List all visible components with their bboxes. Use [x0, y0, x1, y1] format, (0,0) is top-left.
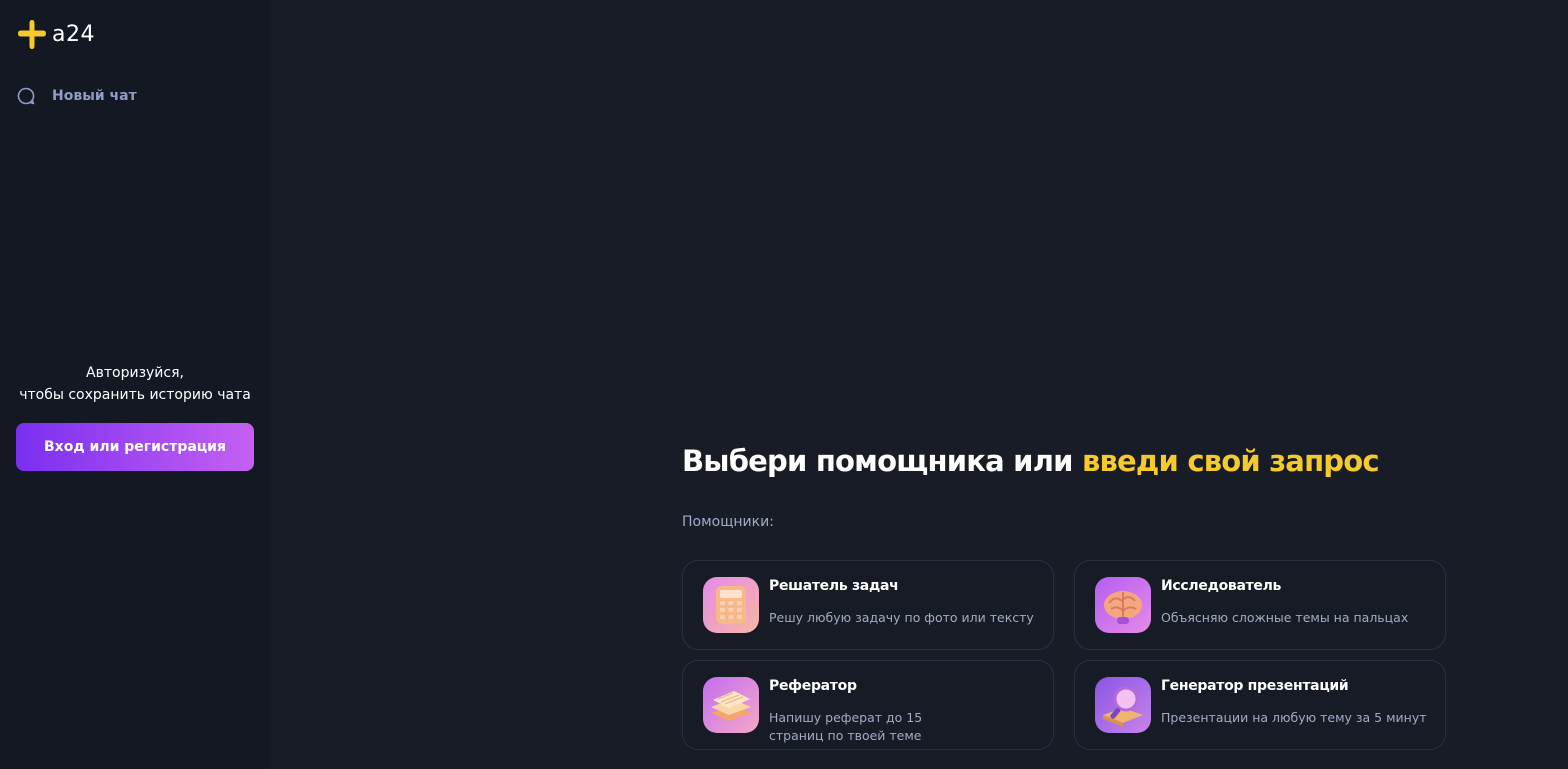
- sidebar: a24 Новый чат Авторизуйся, чтобы сохрани…: [0, 0, 270, 769]
- new-chat-button[interactable]: Новый чат: [16, 84, 137, 108]
- assistant-description: Решу любую задачу по фото или тексту: [769, 610, 1034, 625]
- assistants-label: Помощники:: [682, 514, 774, 530]
- assistant-title: Решатель задач: [769, 578, 899, 594]
- brain-icon: [1095, 577, 1151, 633]
- auth-prompt: Авторизуйся, чтобы сохранить историю чат…: [0, 362, 270, 406]
- assistant-card-presentations[interactable]: Генератор презентаций Презентации на люб…: [1074, 660, 1446, 750]
- assistant-title: Генератор презентаций: [1161, 678, 1349, 694]
- assistant-card-researcher[interactable]: Исследователь Объясняю сложные темы на п…: [1074, 560, 1446, 650]
- assistant-description: Объясняю сложные темы на пальцах: [1161, 610, 1409, 625]
- logo[interactable]: a24: [16, 18, 95, 50]
- assistant-description: Презентации на любую тему за 5 минут: [1161, 710, 1427, 725]
- calculator-icon: [703, 577, 759, 633]
- assistant-card-essay[interactable]: Реферат​ор Напишу реферат до 15 страниц …: [682, 660, 1054, 750]
- assistant-title: Реферат​ор: [769, 678, 857, 694]
- page-title-accent: введи свой запрос: [1081, 444, 1380, 478]
- chat-bubble-icon: [17, 87, 35, 105]
- magnifier-book-icon: [1095, 677, 1151, 733]
- page-title: Выбери помощника или введи свой запрос: [682, 444, 1380, 478]
- auth-prompt-line-2: чтобы сохранить историю чата: [19, 387, 251, 403]
- login-button[interactable]: Вход или регистрация: [16, 423, 254, 471]
- logo-plus-icon: [18, 20, 46, 49]
- new-chat-label: Новый чат: [52, 88, 137, 104]
- app-window: a24 Новый чат Авторизуйся, чтобы сохрани…: [0, 0, 1568, 769]
- assistant-description: Напишу реферат до 15 страниц по твоей те…: [769, 710, 923, 743]
- auth-prompt-line-1: Авторизуйся,: [86, 365, 184, 381]
- assistant-card-solver[interactable]: Решатель задач Решу любую задачу по фото…: [682, 560, 1054, 650]
- main-area: Выбери помощника или введи свой запрос П…: [270, 0, 1568, 769]
- logo-text: a24: [52, 21, 95, 47]
- page-title-plain: Выбери помощника или: [682, 444, 1082, 478]
- paper-stack-icon: [703, 677, 759, 733]
- assistant-title: Исследователь: [1161, 578, 1282, 594]
